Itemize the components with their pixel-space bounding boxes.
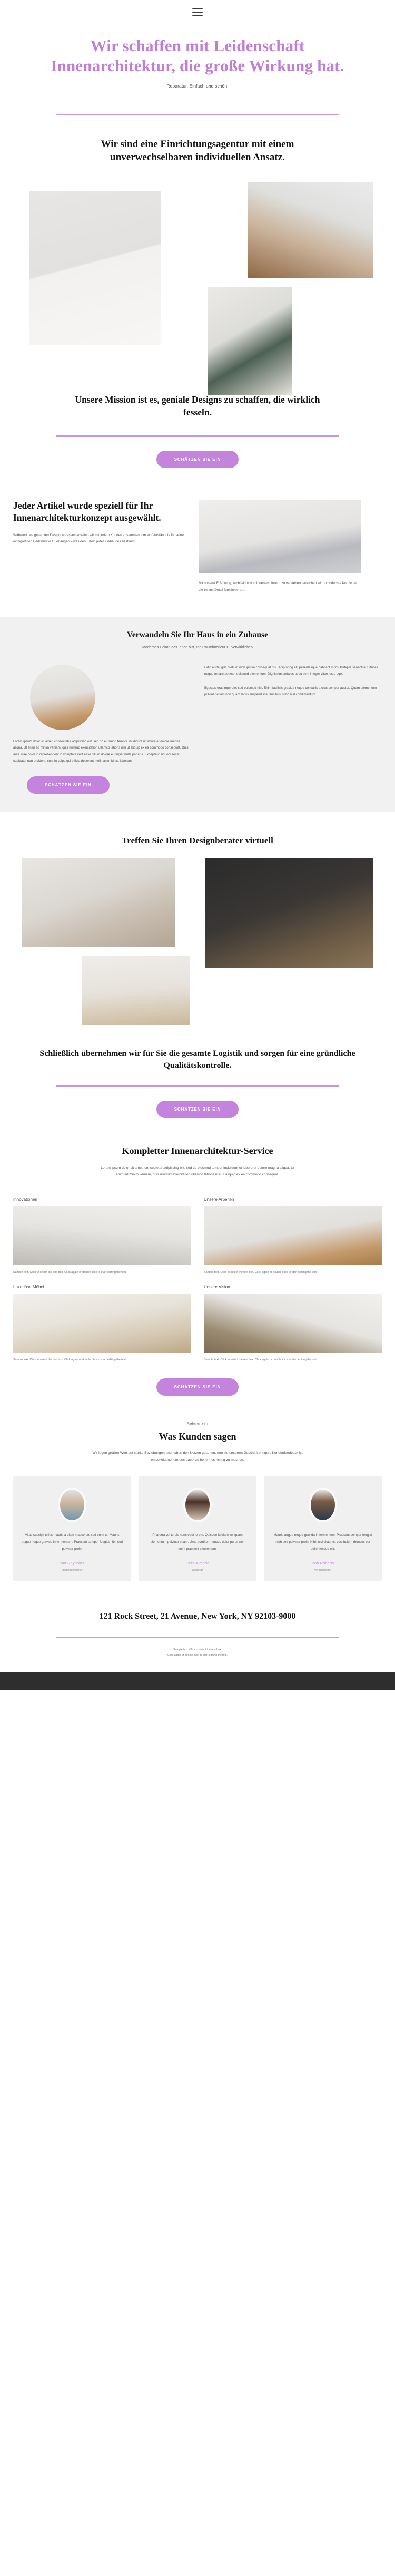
transform-left-column: Lorem ipsum dolor sit amet, consectetur … (13, 664, 191, 794)
transform-section: Verwandeln Sie Ihr Haus in ein Zuhause M… (0, 617, 395, 812)
services-cta-button[interactable]: SCHÄTZEN SIE EIN (156, 1378, 239, 1396)
article-left-body: Während des gesamten Designprozesses arb… (13, 533, 184, 544)
testimonial-card: Pharetra vel turpis nunc eget lorem. Qui… (139, 1476, 256, 1582)
transform-image-dining (30, 664, 95, 730)
site-footer (0, 1671, 395, 1690)
testimonial-role: Hauptbuchhalter (62, 1569, 83, 1572)
services-lead: Lorem ipsum dolor sit amet, consectetur … (101, 1165, 294, 1177)
service-card-caption: Sample text. Click to select the text bo… (204, 1271, 318, 1275)
intro-gallery (0, 182, 395, 396)
service-card-caption: Sample text. Click to select the text bo… (204, 1358, 318, 1362)
hero-subtitle: Reparatur. Einfach und schön. (166, 83, 229, 89)
address-divider (56, 1637, 339, 1639)
testimonial-name: Bob Roberts (311, 1561, 334, 1566)
gallery2-image-livingroom (22, 858, 175, 947)
transform-header: Verwandeln Sie Ihr Haus in ein Zuhause M… (0, 630, 395, 651)
service-card-image (13, 1206, 191, 1266)
testimonial-role: Sekretär (192, 1569, 203, 1572)
testimonial-card: Vitae suscipit tellus mauris a diam maec… (13, 1476, 131, 1582)
hamburger-menu-icon[interactable] (192, 8, 203, 16)
gallery-image-kidsroom (29, 191, 161, 346)
testimonials-kicker: Referenzen (186, 1422, 209, 1426)
intro-heading: Wir sind eine Einrichtungsagentur mit ei… (101, 138, 294, 163)
testimonial-quote: Vitae suscipit tellus mauris a diam maec… (22, 1533, 123, 1551)
services-heading: Kompletter Innenarchitektur-Service (122, 1145, 273, 1156)
logistics-heading: Schließlich übernehmen wir für Sie die g… (39, 1049, 355, 1070)
service-card-caption: Sample text. Click to select the text bo… (13, 1271, 127, 1275)
address-section: 121 Rock Street, 21 Avenue, New York, NY… (0, 1581, 395, 1658)
hero-divider (56, 113, 339, 115)
transform-right-column: Odio eu feugiat pretium nibh ipsum conse… (204, 665, 382, 698)
article-right-column: Mit unserer Erfahrung, Architektur und I… (199, 500, 361, 594)
testimonials-heading: Was Kunden sagen (159, 1431, 236, 1442)
transform-right-body-1: Odio eu feugiat pretium nibh ipsum conse… (204, 665, 378, 676)
service-card-title: Unsere Arbeiten (204, 1197, 234, 1202)
service-card-title: Innovationen (13, 1197, 37, 1202)
service-card-image (13, 1294, 191, 1353)
transform-subheading: Modernes Dekor, das Ihnen hilft, Ihr Tra… (142, 646, 253, 650)
article-section: Jeder Artikel wurde speziell für Ihr Inn… (13, 500, 382, 594)
avatar (58, 1488, 86, 1523)
article-right-body: Mit unserer Erfahrung, Architektur und I… (199, 581, 358, 592)
service-card[interactable]: Unsere Vision Sample text. Click to sele… (204, 1285, 382, 1363)
transform-right-body-2: Egestas erat imperdiet sed euismod nisi.… (204, 686, 377, 697)
hero-title: Wir schaffen mit Leidenschaft Innenarchi… (51, 36, 344, 75)
testimonial-name: Nat Reynolds (60, 1561, 84, 1566)
service-card[interactable]: Unsere Arbeiten Sample text. Click to se… (204, 1197, 382, 1275)
logistics-divider (56, 1085, 339, 1087)
gallery2-image-darkroom (205, 858, 373, 968)
site-header (0, 0, 395, 24)
article-heading: Jeder Artikel wurde speziell für Ihr Inn… (13, 500, 161, 523)
service-card-caption: Sample text. Click to select the text bo… (13, 1358, 127, 1362)
testimonials-card-row: Vitae suscipit tellus mauris a diam maec… (13, 1476, 382, 1582)
transform-columns: Lorem ipsum dolor sit amet, consectetur … (13, 664, 382, 794)
avatar (183, 1488, 212, 1523)
testimonial-quote: Pharetra vel turpis nunc eget lorem. Qui… (150, 1533, 245, 1551)
mission-cta-button[interactable]: SCHÄTZEN SIE EIN (156, 451, 239, 469)
article-image-bedroom (199, 500, 361, 573)
virtual-consultant-section: Treffen Sie Ihren Designberater virtuell (0, 812, 395, 847)
virtual-heading: Treffen Sie Ihren Designberater virtuell (122, 835, 273, 845)
testimonial-quote: Mauris augue neque gravida in fermentum.… (273, 1533, 372, 1551)
service-card-image (204, 1294, 382, 1353)
service-card[interactable]: Luxuriöse Möbel Sample text. Click to se… (13, 1285, 191, 1363)
service-card[interactable]: Innovationen Sample text. Click to selec… (13, 1197, 191, 1275)
gallery-image-livingroom (248, 182, 373, 279)
mission-section: Unsere Mission ist es, geniale Designs z… (0, 382, 395, 469)
testimonial-role: Vertriebsleiter (314, 1569, 332, 1572)
service-card-title: Luxuriöse Möbel (13, 1285, 44, 1290)
hero-section: Wir schaffen mit Leidenschaft Innenarchi… (0, 24, 395, 115)
transform-cta-button[interactable]: SCHÄTZEN SIE EIN (27, 776, 110, 794)
testimonials-section: Referenzen Was Kunden sagen Wir legen gr… (0, 1396, 395, 1582)
services-card-grid: Innovationen Sample text. Click to selec… (13, 1197, 382, 1363)
gallery-image-bathroom (208, 287, 292, 396)
service-card-title: Unsere Vision (204, 1285, 230, 1290)
mission-divider (56, 435, 339, 438)
gallery2-image-woodroom (82, 956, 190, 1025)
services-section: Kompletter Innenarchitektur-Service Lore… (0, 1118, 395, 1396)
address-heading: 121 Rock Street, 21 Avenue, New York, NY… (99, 1612, 296, 1621)
address-note: Sample text. Click to select the text bo… (167, 1648, 228, 1657)
transform-left-body: Lorem ipsum dolor sit amet, consectetur … (13, 739, 189, 763)
service-card-image (204, 1206, 382, 1266)
article-left-column: Jeder Artikel wurde speziell für Ihr Inn… (13, 500, 187, 545)
landing-page: Wir schaffen mit Leidenschaft Innenarchi… (0, 0, 395, 1690)
mission-heading: Unsere Mission ist es, geniale Designs z… (75, 394, 320, 417)
intro-section: Wir sind eine Einrichtungsagentur mit ei… (0, 115, 395, 164)
testimonials-lead: Wir legen großen Wert auf starke Beziehu… (92, 1451, 303, 1462)
transform-heading: Verwandeln Sie Ihr Haus in ein Zuhause (127, 630, 268, 640)
testimonial-name: Celia Almeda (185, 1561, 210, 1566)
logistics-cta-button[interactable]: SCHÄTZEN SIE EIN (156, 1100, 239, 1118)
testimonial-card: Mauris augue neque gravida in fermentum.… (264, 1476, 382, 1582)
virtual-gallery (0, 858, 395, 1032)
logistics-section: Schließlich übernehmen wir für Sie die g… (0, 1032, 395, 1118)
avatar (309, 1488, 337, 1523)
